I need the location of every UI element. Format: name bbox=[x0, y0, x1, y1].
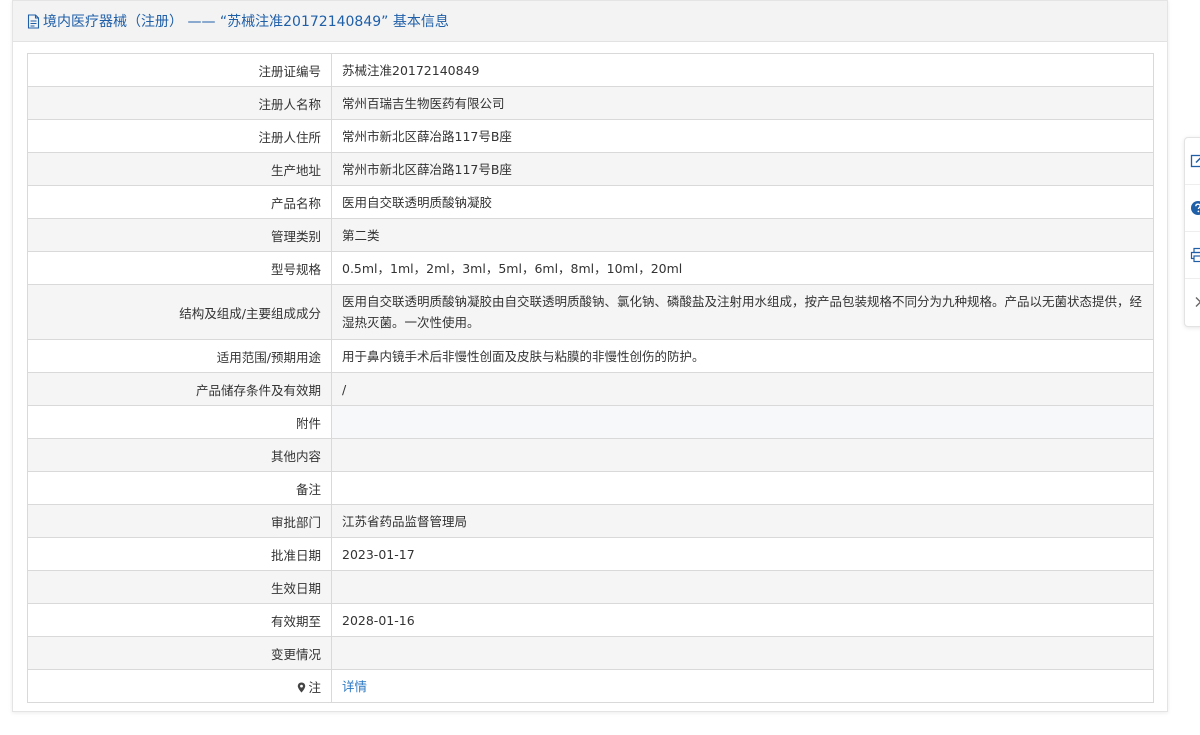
page-title: 境内医疗器械（注册） —— “苏械注准20172140849” 基本信息 bbox=[43, 14, 449, 30]
row-label: 注册人名称 bbox=[27, 86, 332, 120]
table-row: 有效期至 2028-01-16 bbox=[27, 603, 1154, 637]
print-icon bbox=[1190, 247, 1200, 263]
row-value: 0.5ml，1ml，2ml，3ml，5ml，6ml，8ml，10ml，20ml bbox=[331, 251, 1154, 285]
row-value: 2023-01-17 bbox=[331, 537, 1154, 571]
row-label: 附件 bbox=[27, 405, 332, 439]
row-label: 生效日期 bbox=[27, 570, 332, 604]
table-row: 变更情况 bbox=[27, 636, 1154, 670]
document-icon bbox=[27, 13, 40, 29]
row-value: 苏械注准20172140849 bbox=[331, 53, 1154, 87]
help-icon bbox=[1191, 201, 1200, 215]
table-row: 管理类别 第二类 bbox=[27, 218, 1154, 252]
edit-icon bbox=[1190, 154, 1200, 168]
row-label: 产品名称 bbox=[27, 185, 332, 219]
row-value bbox=[331, 438, 1154, 472]
row-label: 备注 bbox=[27, 471, 332, 505]
info-table: 注册证编号 苏械注准20172140849 注册人名称 常州百瑞吉生物医药有限公… bbox=[27, 53, 1154, 703]
table-row: 注 详情 bbox=[27, 669, 1154, 703]
edit-button[interactable] bbox=[1185, 138, 1200, 185]
help-button[interactable] bbox=[1185, 185, 1200, 232]
table-row: 注册证编号 苏械注准20172140849 bbox=[27, 53, 1154, 87]
row-label: 注册人住所 bbox=[27, 119, 332, 153]
note-label: 注 bbox=[27, 669, 332, 703]
row-value bbox=[331, 471, 1154, 505]
row-value: 常州市新北区薛冶路117号B座 bbox=[331, 152, 1154, 186]
row-label: 批准日期 bbox=[27, 537, 332, 571]
table-row: 产品名称 医用自交联透明质酸钠凝胶 bbox=[27, 185, 1154, 219]
row-label: 产品储存条件及有效期 bbox=[27, 372, 332, 406]
table-row: 附件 bbox=[27, 405, 1154, 439]
row-label: 结构及组成/主要组成成分 bbox=[27, 284, 332, 340]
table-row: 注册人住所 常州市新北区薛冶路117号B座 bbox=[27, 119, 1154, 153]
table-row: 型号规格 0.5ml，1ml，2ml，3ml，5ml，6ml，8ml，10ml，… bbox=[27, 251, 1154, 285]
table-row: 产品储存条件及有效期 / bbox=[27, 372, 1154, 406]
row-label: 有效期至 bbox=[27, 603, 332, 637]
row-label: 审批部门 bbox=[27, 504, 332, 538]
note-label-text: 注 bbox=[308, 679, 321, 695]
table-row: 生产地址 常州市新北区薛冶路117号B座 bbox=[27, 152, 1154, 186]
row-label: 其他内容 bbox=[27, 438, 332, 472]
row-value: 医用自交联透明质酸钠凝胶由自交联透明质酸钠、氯化钠、磷酸盐及注射用水组成，按产品… bbox=[331, 284, 1154, 340]
row-value: 详情 bbox=[331, 669, 1154, 703]
row-value: 第二类 bbox=[331, 218, 1154, 252]
row-value bbox=[331, 570, 1154, 604]
row-label: 适用范围/预期用途 bbox=[27, 339, 332, 373]
panel-header: 境内医疗器械（注册） —— “苏械注准20172140849” 基本信息 bbox=[13, 1, 1167, 42]
table-row: 审批部门 江苏省药品监督管理局 bbox=[27, 504, 1154, 538]
row-label: 管理类别 bbox=[27, 218, 332, 252]
table-row: 注册人名称 常州百瑞吉生物医药有限公司 bbox=[27, 86, 1154, 120]
row-label: 生产地址 bbox=[27, 152, 332, 186]
row-value: 医用自交联透明质酸钠凝胶 bbox=[331, 185, 1154, 219]
table-row: 其他内容 bbox=[27, 438, 1154, 472]
chevron-right-icon bbox=[1195, 297, 1200, 307]
row-label: 注册证编号 bbox=[27, 53, 332, 87]
row-value: 用于鼻内镜手术后非慢性创面及皮肤与粘膜的非慢性创伤的防护。 bbox=[331, 339, 1154, 373]
location-pin-icon bbox=[297, 682, 306, 693]
row-value: 常州市新北区薛冶路117号B座 bbox=[331, 119, 1154, 153]
row-value: 常州百瑞吉生物医药有限公司 bbox=[331, 86, 1154, 120]
table-row: 结构及组成/主要组成成分 医用自交联透明质酸钠凝胶由自交联透明质酸钠、氯化钠、磷… bbox=[27, 284, 1154, 340]
row-value: / bbox=[331, 372, 1154, 406]
table-row: 生效日期 bbox=[27, 570, 1154, 604]
side-toolbar bbox=[1184, 137, 1200, 327]
table-row: 适用范围/预期用途 用于鼻内镜手术后非慢性创面及皮肤与粘膜的非慢性创伤的防护。 bbox=[27, 339, 1154, 373]
table-row: 批准日期 2023-01-17 bbox=[27, 537, 1154, 571]
details-link[interactable]: 详情 bbox=[342, 679, 367, 694]
row-label: 变更情况 bbox=[27, 636, 332, 670]
info-panel: 境内医疗器械（注册） —— “苏械注准20172140849” 基本信息 注册证… bbox=[12, 0, 1168, 712]
row-label: 型号规格 bbox=[27, 251, 332, 285]
row-value: 江苏省药品监督管理局 bbox=[331, 504, 1154, 538]
row-value bbox=[331, 636, 1154, 670]
row-value bbox=[331, 405, 1154, 439]
row-value: 2028-01-16 bbox=[331, 603, 1154, 637]
table-row: 备注 bbox=[27, 471, 1154, 505]
collapse-button[interactable] bbox=[1185, 279, 1200, 326]
print-button[interactable] bbox=[1185, 232, 1200, 279]
